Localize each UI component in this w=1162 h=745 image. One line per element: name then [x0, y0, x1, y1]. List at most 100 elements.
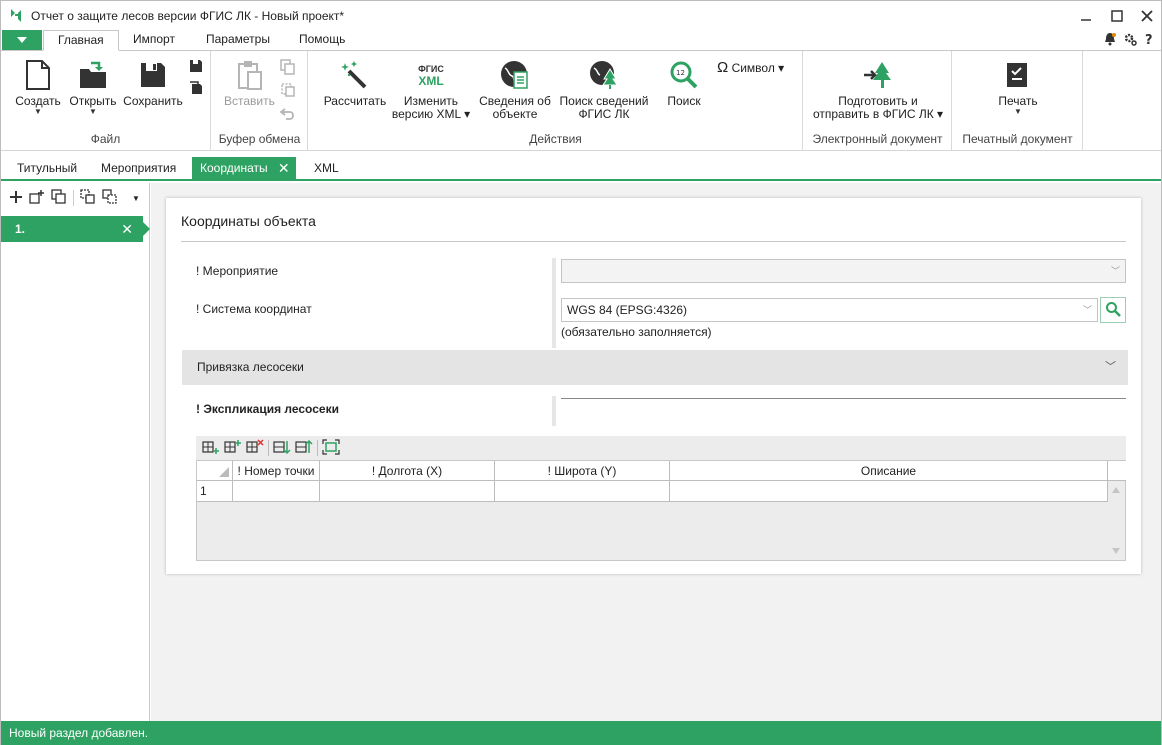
tab-title-page[interactable]: Титульный — [9, 157, 85, 179]
header-filler — [1108, 461, 1126, 481]
form-card: Координаты объекта ! Мероприятие ﹀ ! Сис… — [166, 198, 1141, 574]
column-header-longitude[interactable]: ! Долгота (X) — [320, 461, 495, 481]
add-child-icon[interactable] — [29, 189, 45, 208]
title-bar: Отчет о защите лесов версии ФГИС ЛК - Но… — [1, 1, 1161, 30]
crs-hint: (обязательно заполняется) — [561, 325, 712, 339]
event-select[interactable]: ﹀ — [561, 259, 1126, 283]
crs-label: ! Система координат — [196, 302, 312, 316]
status-bar: Новый раздел добавлен. — [1, 721, 1161, 745]
column-header-point[interactable]: ! Номер точки — [233, 461, 320, 481]
table-scrollbar[interactable] — [1107, 481, 1125, 560]
file-menu-button[interactable] — [2, 30, 42, 50]
more-dropdown-icon[interactable]: ▼ — [132, 194, 140, 203]
app-logo-icon — [8, 7, 24, 23]
tab-coordinates[interactable]: Координаты ✕ — [192, 157, 296, 179]
tab-events[interactable]: Мероприятия — [93, 157, 184, 179]
insert-row-icon[interactable] — [224, 439, 242, 458]
binding-section-header[interactable]: Привязка лесосеки ﹀ — [182, 350, 1128, 385]
paste-button[interactable]: Вставить — [224, 59, 275, 108]
form-title: Координаты объекта — [181, 213, 316, 229]
clipboard-icon — [224, 59, 274, 91]
toolbar-divider — [268, 440, 269, 456]
delete-section-icon[interactable]: ✕ — [121, 216, 133, 242]
copy-icon[interactable] — [280, 59, 296, 75]
omega-icon: Ω — [717, 59, 729, 76]
settings-icon[interactable] — [1123, 32, 1137, 49]
calculate-button[interactable]: Рассчитать — [323, 59, 387, 108]
object-info-button[interactable]: Сведения об объекте — [475, 59, 555, 121]
explication-line — [561, 398, 1126, 399]
delete-row-icon[interactable] — [246, 438, 264, 458]
explication-label: ! Экспликация лесосеки — [196, 402, 339, 416]
point-number-cell[interactable] — [233, 481, 320, 502]
latitude-cell[interactable] — [495, 481, 670, 502]
scroll-down-icon[interactable] — [1112, 548, 1120, 554]
new-document-icon — [13, 59, 63, 91]
change-xml-version-button[interactable]: ФГИС XML Изменить версию XML ▾ — [391, 59, 471, 121]
print-button[interactable]: Печать ▼ — [993, 59, 1043, 116]
explication-table: ! Номер точки ! Долгота (X) ! Широта (Y)… — [196, 460, 1126, 561]
window-title: Отчет о защите лесов версии ФГИС ЛК - Но… — [31, 9, 345, 23]
cut-icon[interactable] — [280, 82, 296, 98]
tab-xml[interactable]: XML — [306, 157, 347, 179]
main-content: Координаты объекта ! Мероприятие ﹀ ! Сис… — [151, 183, 1161, 721]
description-cell[interactable] — [670, 481, 1108, 502]
magnifier-icon — [1105, 301, 1121, 320]
dropdown-arrow-icon: ▼ — [34, 107, 42, 116]
dropdown-arrow-icon: ▼ — [89, 107, 97, 116]
minimize-button[interactable] — [1073, 5, 1099, 27]
fit-table-icon[interactable] — [322, 438, 340, 458]
column-header-latitude[interactable]: ! Широта (Y) — [495, 461, 670, 481]
fgis-xml-icon: ФГИС XML — [418, 64, 444, 88]
ribbon-group-print: Печать ▼ Печатный документ — [953, 51, 1083, 151]
table-corner — [197, 461, 233, 481]
ribbon-group-file: Создать ▼ Открыть ▼ Сохранить Файл — [1, 51, 211, 151]
help-icon[interactable]: ? — [1143, 32, 1155, 49]
add-icon[interactable] — [9, 190, 23, 207]
bell-icon[interactable] — [1103, 32, 1117, 49]
field-separator — [552, 258, 556, 348]
move-row-down-icon[interactable] — [273, 439, 291, 458]
save-all-icon[interactable] — [189, 81, 205, 97]
save-button[interactable]: Сохранить — [123, 59, 183, 108]
svg-text:12: 12 — [676, 69, 685, 77]
section-item[interactable]: 1. ✕ — [1, 216, 150, 242]
floppy-disk-icon — [123, 59, 183, 91]
ribbon-group-actions: Рассчитать ФГИС XML Изменить версию XML … — [309, 51, 803, 151]
close-window-button[interactable] — [1134, 5, 1160, 27]
ribbon-tab-help[interactable]: Помощь — [285, 30, 359, 51]
close-tab-icon[interactable]: ✕ — [278, 157, 290, 179]
symbol-button[interactable]: Ω Символ ▾ — [717, 59, 791, 76]
search-button[interactable]: 12 Поиск — [659, 59, 709, 108]
longitude-cell[interactable] — [320, 481, 495, 502]
move-row-up-icon[interactable] — [295, 439, 313, 458]
crs-search-button[interactable] — [1100, 297, 1126, 323]
move-down-icon[interactable] — [102, 188, 118, 208]
create-button[interactable]: Создать ▼ — [13, 59, 63, 116]
open-button[interactable]: Открыть ▼ — [67, 59, 119, 116]
save-as-icon[interactable] — [189, 59, 205, 75]
field-separator — [552, 396, 556, 426]
globe-document-icon — [475, 59, 555, 91]
add-row-icon[interactable] — [202, 439, 220, 458]
search-fgis-button[interactable]: Поиск сведений ФГИС ЛК — [557, 59, 651, 121]
open-folder-icon — [67, 59, 119, 91]
document-tab-bar: Титульный Мероприятия Координаты ✕ XML — [1, 157, 1161, 181]
undo-icon[interactable] — [279, 105, 296, 121]
column-header-description[interactable]: Описание — [670, 461, 1108, 481]
ribbon-tab-home[interactable]: Главная — [43, 30, 119, 51]
chevron-down-icon: ﹀ — [1105, 361, 1116, 373]
sections-panel: ▼ 1. ✕ — [1, 183, 150, 721]
prepare-send-button[interactable]: Подготовить и отправить в ФГИС ЛК ▾ — [808, 59, 948, 121]
move-up-icon[interactable] — [80, 188, 96, 208]
duplicate-icon[interactable] — [51, 188, 67, 208]
ribbon-tab-parameters[interactable]: Параметры — [192, 30, 284, 51]
table-toolbar — [196, 436, 1126, 460]
chevron-down-icon: ﹀ — [1082, 305, 1092, 315]
title-divider — [181, 241, 1126, 242]
scroll-up-icon[interactable] — [1112, 487, 1120, 493]
maximize-button[interactable] — [1104, 5, 1130, 27]
magic-wand-icon — [323, 59, 387, 91]
ribbon-tab-import[interactable]: Импорт — [119, 30, 189, 51]
crs-select[interactable]: WGS 84 (EPSG:4326) ﹀ — [561, 298, 1098, 322]
